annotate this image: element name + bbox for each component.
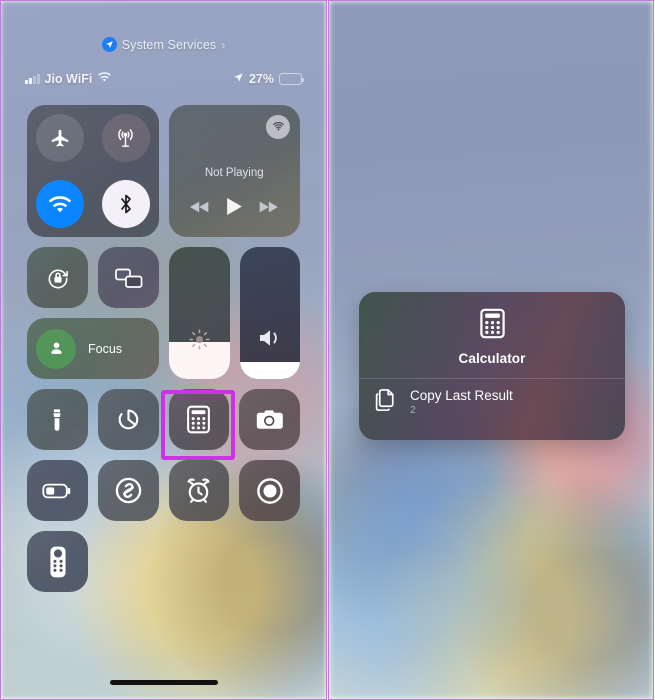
airplay-audio-icon[interactable] <box>266 115 290 139</box>
control-center-row-2: Focus <box>27 247 300 379</box>
app-row-2 <box>27 460 300 521</box>
left-phone-panel: System Services › Jio WiFi 27% Not Playi… <box>0 0 327 700</box>
shazam-button[interactable] <box>97 460 159 521</box>
wifi-toggle[interactable] <box>35 180 84 228</box>
carrier-label: Jio WiFi <box>44 72 93 86</box>
media-transport-controls <box>169 197 301 221</box>
location-arrow-icon <box>101 37 117 52</box>
calculator-button[interactable] <box>168 389 230 450</box>
copy-documents-icon <box>375 387 398 417</box>
home-indicator[interactable] <box>109 680 218 685</box>
battery-icon <box>279 73 305 85</box>
status-bar-right: 27% <box>233 70 305 88</box>
copy-last-result-value: 2 <box>410 404 416 416</box>
screen-recording-button[interactable] <box>239 460 300 521</box>
volume-slider[interactable] <box>239 247 301 379</box>
rotation-lock-toggle[interactable] <box>27 247 88 308</box>
context-menu-header: Calculator <box>359 292 625 378</box>
copy-last-result-texts: Copy Last Result 2 <box>410 388 513 416</box>
speaker-wave-icon <box>240 327 301 349</box>
camera-button[interactable] <box>239 389 300 450</box>
bluetooth-toggle[interactable] <box>101 180 150 228</box>
location-arrow-icon <box>233 70 244 88</box>
mini-toggle-pair <box>27 247 159 308</box>
alarm-button[interactable] <box>168 460 230 521</box>
focus-label: Focus <box>88 341 123 356</box>
battery-percent-label: 27% <box>248 72 274 86</box>
timer-button[interactable] <box>97 389 159 450</box>
chevron-right-icon: › <box>221 37 226 52</box>
calculator-icon <box>479 308 506 344</box>
person-icon <box>36 328 76 369</box>
media-status-label: Not Playing <box>204 167 264 179</box>
status-bar-left: Jio WiFi <box>25 70 112 88</box>
app-shortcuts <box>27 389 300 592</box>
control-center-row-1: Not Playing <box>27 105 300 237</box>
apple-tv-remote-button[interactable] <box>27 531 88 592</box>
rewind-icon[interactable] <box>190 200 210 219</box>
screenshot-root: System Services › Jio WiFi 27% Not Playi… <box>0 0 655 700</box>
brightness-slider[interactable] <box>169 247 230 379</box>
cellular-bars-icon <box>25 74 40 84</box>
system-services-header[interactable]: System Services › <box>1 37 326 52</box>
connectivity-tile[interactable] <box>27 105 159 237</box>
wifi-icon <box>97 70 112 88</box>
status-bar: Jio WiFi 27% <box>1 69 326 89</box>
control-center: Not Playing Focus <box>27 105 300 602</box>
airplane-mode-toggle[interactable] <box>35 114 84 162</box>
fast-forward-icon[interactable] <box>258 200 279 219</box>
screen-mirroring-toggle[interactable] <box>98 247 159 308</box>
right-phone-panel: Calculator Copy Last Result 2 <box>328 0 654 700</box>
system-services-label: System Services <box>121 37 217 52</box>
app-row-3 <box>27 531 300 592</box>
app-row-1 <box>27 389 300 450</box>
calculator-context-menu: Calculator Copy Last Result 2 <box>359 292 625 440</box>
context-menu-footer <box>359 427 625 440</box>
context-menu-title: Calculator <box>458 351 526 366</box>
copy-last-result-label: Copy Last Result <box>410 388 513 403</box>
focus-toggle[interactable]: Focus <box>27 318 159 379</box>
flashlight-toggle[interactable] <box>27 389 88 450</box>
brightness-icon <box>169 327 230 352</box>
cellular-data-toggle[interactable] <box>101 114 150 162</box>
toggles-column: Focus <box>27 247 159 379</box>
low-power-mode-button[interactable] <box>27 460 88 521</box>
copy-last-result-item[interactable]: Copy Last Result 2 <box>359 379 625 427</box>
play-icon[interactable] <box>226 197 243 221</box>
media-playback-tile[interactable]: Not Playing <box>168 105 301 237</box>
